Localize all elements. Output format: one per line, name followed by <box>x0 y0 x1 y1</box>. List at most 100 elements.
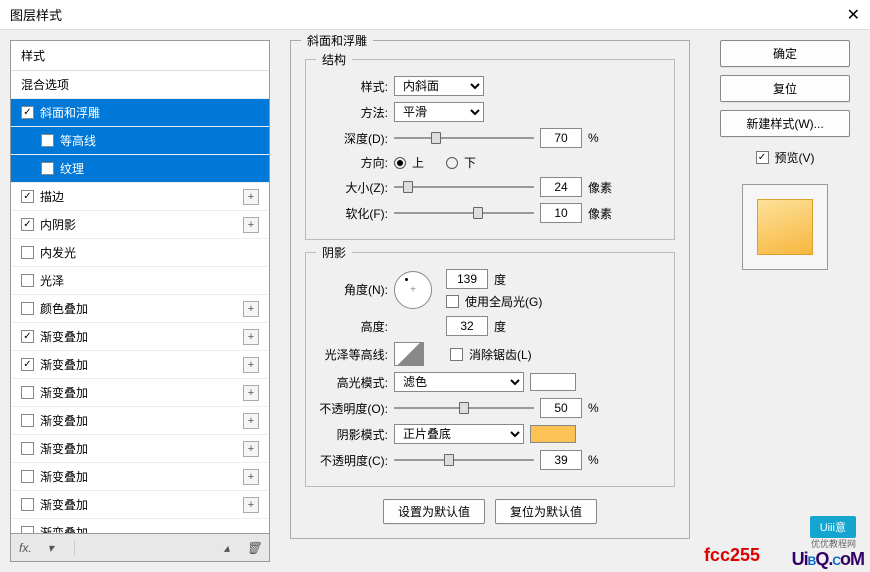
styles-toolbar: fx. ▾ ▴ 🗑 <box>10 534 270 562</box>
shadow-opacity-slider[interactable] <box>394 451 534 469</box>
style-item-grad-overlay-5[interactable]: 渐变叠加+ <box>11 435 269 463</box>
cancel-button[interactable]: 复位 <box>720 75 850 102</box>
style-item-inner-shadow[interactable]: 内阴影+ <box>11 211 269 239</box>
plus-icon[interactable]: + <box>243 497 259 513</box>
altitude-input[interactable] <box>446 316 488 336</box>
soften-slider[interactable] <box>394 204 534 222</box>
style-checkbox[interactable] <box>21 330 34 343</box>
uibq-watermark: UiBQ.CoM <box>792 549 864 570</box>
up-arrow-icon[interactable]: ▴ <box>224 541 230 555</box>
depth-slider[interactable] <box>394 129 534 147</box>
reset-default-button[interactable]: 复位为默认值 <box>495 499 597 524</box>
down-arrow-icon[interactable]: ▾ <box>48 541 54 555</box>
style-checkbox[interactable] <box>21 442 34 455</box>
shadow-opacity-input[interactable] <box>540 450 582 470</box>
style-item-contour[interactable]: 等高线 <box>11 127 269 155</box>
depth-label: 深度(D): <box>316 130 388 147</box>
trash-icon[interactable]: 🗑 <box>246 541 261 555</box>
style-checkbox[interactable] <box>41 134 54 147</box>
ok-button[interactable]: 确定 <box>720 40 850 67</box>
plus-icon[interactable]: + <box>243 189 259 205</box>
gloss-contour-picker[interactable] <box>394 342 424 366</box>
shadow-color-swatch[interactable] <box>530 425 576 443</box>
direction-up-radio[interactable] <box>394 157 406 169</box>
new-style-button[interactable]: 新建样式(W)... <box>720 110 850 137</box>
style-item-satin[interactable]: 光泽 <box>11 267 269 295</box>
depth-input[interactable] <box>540 128 582 148</box>
style-label: 样式: <box>316 78 388 95</box>
style-item-grad-overlay-4[interactable]: 渐变叠加 + <box>11 407 269 435</box>
style-checkbox[interactable] <box>41 162 54 175</box>
plus-icon[interactable]: + <box>243 469 259 485</box>
style-checkbox[interactable] <box>21 386 34 399</box>
preview-checkbox[interactable] <box>756 151 769 164</box>
highlight-opacity-slider[interactable] <box>394 399 534 417</box>
blend-options[interactable]: 混合选项 <box>11 71 269 99</box>
soften-input[interactable] <box>540 203 582 223</box>
style-item-label: 渐变叠加 <box>40 412 88 429</box>
style-item-grad-overlay-2[interactable]: 渐变叠加+ <box>11 351 269 379</box>
make-default-button[interactable]: 设置为默认值 <box>383 499 485 524</box>
style-item-bevel[interactable]: 斜面和浮雕 <box>11 99 269 127</box>
plus-icon[interactable]: + <box>243 413 259 429</box>
style-checkbox[interactable] <box>21 302 34 315</box>
style-checkbox[interactable] <box>21 470 34 483</box>
style-checkbox[interactable] <box>21 414 34 427</box>
direction-label: 方向: <box>316 154 388 171</box>
antialias-checkbox[interactable] <box>450 348 463 361</box>
technique-select[interactable]: 平滑 <box>394 102 484 122</box>
style-checkbox[interactable] <box>21 526 34 534</box>
style-item-grad-overlay-7[interactable]: 渐变叠加+ <box>11 491 269 519</box>
style-item-color-overlay[interactable]: 颜色叠加+ <box>11 295 269 323</box>
plus-icon[interactable]: + <box>243 217 259 233</box>
style-item-grad-overlay-1[interactable]: 渐变叠加 + <box>11 323 269 351</box>
angle-input[interactable] <box>446 269 488 289</box>
close-icon[interactable]: ✕ <box>847 5 860 25</box>
angle-label: 角度(N): <box>316 281 388 298</box>
global-light-label: 使用全局光(G) <box>465 293 542 310</box>
plus-icon[interactable]: + <box>243 301 259 317</box>
styles-list: 样式 混合选项 斜面和浮雕等高线纹理描边+内阴影+内发光光泽颜色叠加+ 渐变叠加 +… <box>10 40 270 534</box>
plus-icon[interactable]: + <box>243 441 259 457</box>
style-checkbox[interactable] <box>21 218 34 231</box>
plus-icon[interactable]: + <box>243 385 259 401</box>
direction-down-radio[interactable] <box>446 157 458 169</box>
angle-wheel[interactable] <box>394 271 432 309</box>
divider <box>74 540 75 556</box>
highlight-color-swatch[interactable] <box>530 373 576 391</box>
style-item-stroke[interactable]: 描边+ <box>11 183 269 211</box>
structure-title: 结构 <box>316 51 352 68</box>
style-item-grad-overlay-6[interactable]: 渐变叠加+ <box>11 463 269 491</box>
preview-swatch <box>757 199 813 255</box>
style-checkbox[interactable] <box>21 498 34 511</box>
style-item-label: 光泽 <box>40 272 64 289</box>
styles-header-label: 样式 <box>21 47 45 64</box>
content: 样式 混合选项 斜面和浮雕等高线纹理描边+内阴影+内发光光泽颜色叠加+ 渐变叠加 +… <box>0 30 870 572</box>
style-item-label: 渐变叠加 <box>40 328 88 345</box>
style-checkbox[interactable] <box>21 190 34 203</box>
style-select[interactable]: 内斜面 <box>394 76 484 96</box>
style-item-grad-overlay-8[interactable]: 渐变叠加 <box>11 519 269 534</box>
style-checkbox[interactable] <box>21 246 34 259</box>
highlight-opacity-input[interactable] <box>540 398 582 418</box>
style-item-label: 渐变叠加 <box>40 384 88 401</box>
shading-title: 阴影 <box>316 244 352 261</box>
plus-icon[interactable]: + <box>243 329 259 345</box>
style-checkbox[interactable] <box>21 358 34 371</box>
highlight-mode-select[interactable]: 滤色 <box>394 372 524 392</box>
style-item-texture[interactable]: 纹理 <box>11 155 269 183</box>
style-item-label: 渐变叠加 <box>40 524 88 534</box>
fx-icon[interactable]: fx. <box>19 541 32 555</box>
style-item-grad-overlay-3[interactable]: 渐变叠加 + <box>11 379 269 407</box>
titlebar: 图层样式 ✕ <box>0 0 870 30</box>
size-input[interactable] <box>540 177 582 197</box>
style-item-inner-glow[interactable]: 内发光 <box>11 239 269 267</box>
size-slider[interactable] <box>394 178 534 196</box>
global-light-checkbox[interactable] <box>446 295 459 308</box>
style-checkbox[interactable] <box>21 274 34 287</box>
shadow-mode-select[interactable]: 正片叠底 <box>394 424 524 444</box>
pct-label-2: % <box>588 401 599 415</box>
plus-icon[interactable]: + <box>243 357 259 373</box>
right-column: 确定 复位 新建样式(W)... 预览(V) <box>710 40 860 562</box>
style-checkbox[interactable] <box>21 106 34 119</box>
